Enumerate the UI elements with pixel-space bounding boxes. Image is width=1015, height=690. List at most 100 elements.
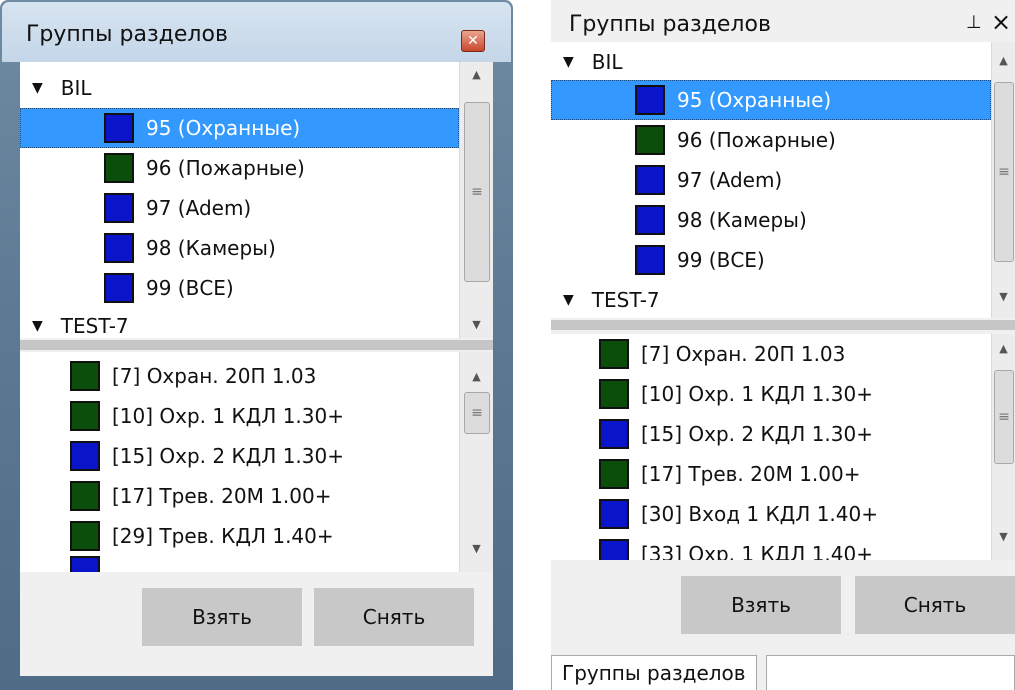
tree-item-96[interactable]: 96 (Пожарные) — [551, 120, 836, 160]
color-swatch — [599, 379, 629, 409]
close-icon[interactable]: ✕ — [461, 30, 485, 52]
devices-scrollbar[interactable]: ▲ ≡ ▼ — [991, 334, 1015, 560]
color-swatch — [599, 499, 629, 529]
item-label: 95 (Охранные) — [146, 116, 301, 140]
item-label: [7] Охран. 20П 1.03 — [112, 364, 317, 388]
scroll-up-icon[interactable]: ▲ — [992, 342, 1015, 355]
tree-item-99[interactable]: 99 (ВСЕ) — [551, 240, 765, 280]
color-swatch — [70, 401, 100, 431]
item-label: [10] Охр. 1 КДЛ 1.30+ — [112, 404, 344, 428]
expand-arrow-icon[interactable]: ▼ — [563, 292, 574, 308]
close-icon[interactable]: × — [991, 8, 1011, 36]
take-button[interactable]: Взять — [142, 588, 302, 646]
item-label: [15] Охр. 2 КДЛ 1.30+ — [112, 444, 344, 468]
device-item[interactable]: [17] Трев. 20М 1.00+ — [551, 454, 860, 494]
pin-icon[interactable]: ⊥ — [966, 12, 982, 33]
expand-arrow-icon[interactable]: ▼ — [563, 54, 574, 70]
device-item[interactable]: [29] Трев. КДЛ 1.40+ — [20, 516, 334, 556]
color-swatch — [104, 113, 134, 143]
color-swatch — [70, 361, 100, 391]
item-label: [15] Охр. 2 КДЛ 1.30+ — [641, 422, 873, 446]
item-label: 99 (ВСЕ) — [146, 276, 234, 300]
group-label: BIL — [591, 50, 623, 74]
groups-tree: ▼ BIL 95 (Охранные) 96 (Пожарные) 97 (Ad… — [551, 42, 1015, 318]
tree-item-97[interactable]: 97 (Adem) — [20, 188, 251, 228]
tab-groups[interactable]: Группы разделов — [551, 655, 757, 690]
scroll-down-icon[interactable]: ▼ — [992, 290, 1015, 303]
window-client: ▼ BIL 95 (Охранные) 96 (Пожарные) 97 (Ad… — [20, 62, 493, 676]
item-label: 97 (Adem) — [146, 196, 252, 220]
item-label: [7] Охран. 20П 1.03 — [641, 342, 846, 366]
devices-list: [7] Охран. 20П 1.03 [10] Охр. 1 КДЛ 1.30… — [20, 352, 493, 572]
item-label: 98 (Камеры) — [146, 236, 276, 260]
scroll-up-icon[interactable]: ▲ — [992, 54, 1015, 67]
tree-item-99[interactable]: 99 (ВСЕ) — [20, 268, 234, 308]
scroll-thumb[interactable]: ≡ — [464, 392, 490, 434]
tree-item-96[interactable]: 96 (Пожарные) — [20, 148, 305, 188]
device-item[interactable]: [7] Охран. 20П 1.03 — [551, 334, 845, 374]
devices-scrollbar[interactable]: ▲ ≡ ▼ — [459, 352, 493, 572]
tree-item-98[interactable]: 98 (Камеры) — [551, 200, 807, 240]
release-button[interactable]: Снять — [855, 576, 1015, 634]
group-label: BIL — [60, 76, 92, 100]
scroll-down-icon[interactable]: ▼ — [460, 318, 493, 331]
window-title: Группы разделов — [569, 12, 771, 37]
tree-scrollbar[interactable]: ▲ ≡ ▼ — [459, 62, 493, 338]
splitter[interactable] — [551, 320, 1015, 330]
tab-bar-empty — [766, 655, 1015, 690]
scroll-down-icon[interactable]: ▼ — [460, 542, 493, 555]
release-button[interactable]: Снять — [314, 588, 474, 646]
device-item[interactable]: [7] Охран. 20П 1.03 — [20, 356, 316, 396]
item-label: 96 (Пожарные) — [146, 156, 305, 180]
tree-item-97[interactable]: 97 (Adem) — [551, 160, 782, 200]
left-window: Группы разделов ✕ ▼ BIL 95 (Охранные) 96… — [0, 0, 513, 690]
expand-arrow-icon[interactable]: ▼ — [32, 318, 43, 334]
scroll-down-icon[interactable]: ▼ — [992, 530, 1015, 543]
title-bar: Группы разделов ✕ — [2, 2, 511, 62]
item-label: [30] Вход 1 КДЛ 1.40+ — [641, 502, 878, 526]
device-item[interactable]: [15] Охр. 2 КДЛ 1.30+ — [551, 414, 873, 454]
device-item[interactable]: [10] Охр. 1 КДЛ 1.30+ — [551, 374, 873, 414]
color-swatch — [599, 539, 629, 560]
item-label: 99 (ВСЕ) — [677, 248, 765, 272]
scroll-thumb[interactable]: ≡ — [994, 82, 1014, 262]
item-label: [17] Трев. 20М 1.00+ — [112, 484, 332, 508]
tree-group-bil[interactable]: ▼ BIL — [551, 42, 991, 82]
devices-list: [7] Охран. 20П 1.03 [10] Охр. 1 КДЛ 1.30… — [551, 334, 1015, 560]
color-swatch — [70, 441, 100, 471]
tree-item-98[interactable]: 98 (Камеры) — [20, 228, 276, 268]
item-label: 96 (Пожарные) — [677, 128, 836, 152]
tree-group-test7[interactable]: ▼ TEST-7 — [20, 306, 459, 338]
device-item-partial[interactable] — [70, 556, 100, 572]
tree-scrollbar[interactable]: ▲ ≡ ▼ — [991, 42, 1015, 318]
item-label: [33] Охр. 1 КДЛ 1.40+ — [641, 542, 873, 560]
item-label: [10] Охр. 1 КДЛ 1.30+ — [641, 382, 873, 406]
color-swatch — [104, 153, 134, 183]
color-swatch — [635, 165, 665, 195]
scroll-thumb[interactable]: ≡ — [994, 370, 1014, 464]
title-bar: Группы разделов ⊥ × — [551, 0, 1015, 40]
device-item[interactable]: [10] Охр. 1 КДЛ 1.30+ — [20, 396, 344, 436]
device-item[interactable]: [30] Вход 1 КДЛ 1.40+ — [551, 494, 878, 534]
window-title: Группы разделов — [26, 22, 228, 47]
color-swatch — [599, 339, 629, 369]
scroll-up-icon[interactable]: ▲ — [460, 370, 493, 383]
color-swatch — [104, 193, 134, 223]
tree-item-95[interactable]: 95 (Охранные) — [551, 80, 991, 120]
groups-tree: ▼ BIL 95 (Охранные) 96 (Пожарные) 97 (Ad… — [20, 62, 493, 338]
color-swatch — [599, 419, 629, 449]
take-button[interactable]: Взять — [681, 576, 841, 634]
tree-group-bil[interactable]: ▼ BIL — [20, 68, 459, 108]
color-swatch — [635, 205, 665, 235]
tree-item-95[interactable]: 95 (Охранные) — [20, 108, 459, 148]
device-item[interactable]: [17] Трев. 20М 1.00+ — [20, 476, 331, 516]
scroll-up-icon[interactable]: ▲ — [460, 68, 493, 81]
device-item[interactable]: [15] Охр. 2 КДЛ 1.30+ — [20, 436, 344, 476]
item-label: 98 (Камеры) — [677, 208, 807, 232]
scroll-thumb[interactable]: ≡ — [464, 102, 490, 282]
tree-group-test7[interactable]: ▼ TEST-7 — [551, 280, 991, 318]
splitter[interactable] — [20, 340, 493, 350]
color-swatch — [70, 556, 100, 572]
expand-arrow-icon[interactable]: ▼ — [32, 80, 43, 96]
device-item[interactable]: [33] Охр. 1 КДЛ 1.40+ — [551, 534, 873, 560]
